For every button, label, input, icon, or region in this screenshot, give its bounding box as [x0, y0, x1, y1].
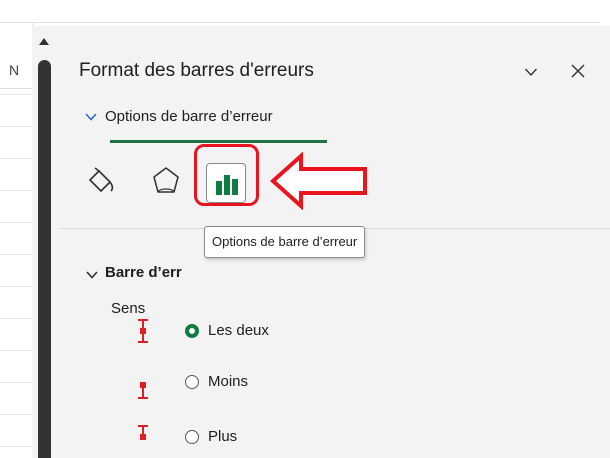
- grid-row-line: [0, 222, 32, 223]
- options-tab-underline: [110, 140, 327, 143]
- pane-title: Format des barres d'erreurs: [79, 60, 314, 81]
- radio-plus[interactable]: [185, 430, 199, 444]
- grid-row-line: [0, 190, 32, 191]
- radio-minus[interactable]: [185, 375, 199, 389]
- worksheet-grid[interactable]: N: [0, 23, 33, 458]
- scrollbar-thumb[interactable]: [38, 60, 51, 458]
- error-bar-plus-icon: [138, 425, 148, 440]
- error-bar-minus-icon: [138, 382, 148, 399]
- grid-row-line: [0, 158, 32, 159]
- column-header-label: N: [9, 62, 20, 78]
- grid-row-line: [0, 254, 32, 255]
- tooltip: Options de barre d’erreur: [204, 226, 366, 258]
- grid-row-line: [0, 414, 32, 415]
- grid-row-line: [0, 286, 32, 287]
- ribbon-divider: [0, 22, 600, 23]
- scroll-up-arrow-icon[interactable]: [39, 38, 49, 45]
- radio-plus-label[interactable]: Plus: [208, 428, 237, 445]
- grid-row-line: [0, 382, 32, 383]
- radio-both[interactable]: [185, 324, 199, 338]
- grid-row-line: [0, 126, 32, 127]
- error-bar-both-icon: [138, 319, 148, 343]
- column-header[interactable]: N: [0, 46, 32, 89]
- grid-row-line: [0, 318, 32, 319]
- radio-minus-label[interactable]: Moins: [208, 373, 248, 390]
- fill-line-icon[interactable]: [86, 166, 116, 196]
- options-tab-label: Options de barre d’erreur: [105, 108, 273, 125]
- direction-label: Sens: [111, 300, 146, 317]
- annotation-highlight-box: [194, 144, 259, 206]
- annotation-arrow-icon: [269, 152, 367, 210]
- chevron-down-icon[interactable]: [86, 271, 98, 279]
- close-icon[interactable]: [571, 64, 585, 78]
- format-pane: Format des barres d'erreurs Options de b…: [60, 26, 610, 458]
- chevron-down-icon[interactable]: [525, 66, 537, 78]
- section-header[interactable]: Barre d’err: [105, 264, 182, 281]
- ribbon-edge: [0, 0, 610, 22]
- effects-pentagon-icon[interactable]: [150, 164, 182, 196]
- grid-row-line: [0, 446, 32, 447]
- chevron-down-icon: [85, 113, 97, 121]
- radio-both-label[interactable]: Les deux: [208, 322, 269, 339]
- grid-row-line: [0, 350, 32, 351]
- grid-row-line: [0, 94, 32, 95]
